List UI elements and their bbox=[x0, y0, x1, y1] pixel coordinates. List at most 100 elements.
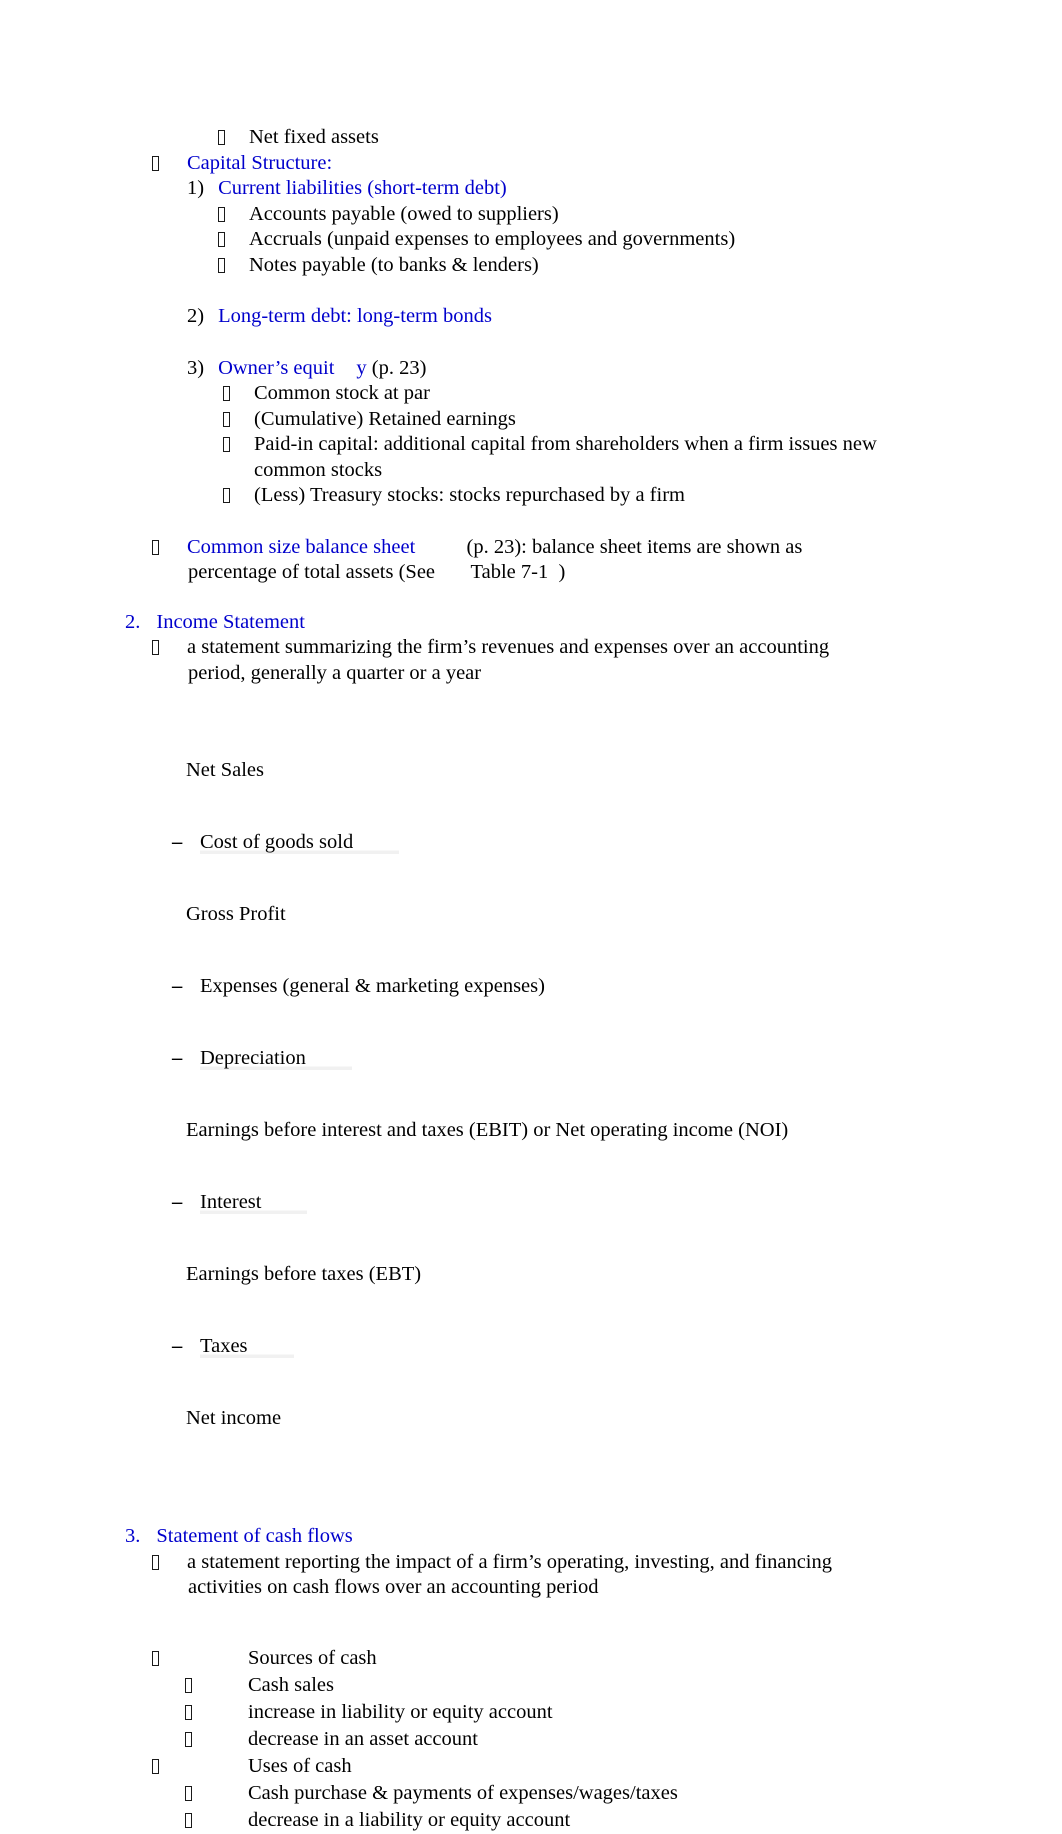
bullet-box-icon bbox=[223, 483, 254, 509]
definition-line1: a statement reporting the impact of a fi… bbox=[187, 1550, 832, 1573]
list-item: Paid-in capital: additional capital from… bbox=[0, 432, 1062, 483]
list-item-label: increase in liability or equity account bbox=[248, 1700, 553, 1723]
calc-label: Interest bbox=[200, 1190, 308, 1214]
bullet-box-icon bbox=[185, 1807, 248, 1834]
bullet-box-icon bbox=[152, 1645, 248, 1672]
bullet-box-icon bbox=[218, 253, 249, 279]
numbered-item-label: Current liabilities (short-term debt) bbox=[218, 177, 507, 199]
bullet-box-icon bbox=[152, 151, 187, 177]
calc-row: Earnings before interest and taxes (EBIT… bbox=[182, 1118, 1062, 1142]
list-item: Common stock at par bbox=[0, 381, 1062, 407]
list-number: 2) bbox=[187, 305, 205, 327]
list-item-label: Notes payable (to banks & lenders) bbox=[249, 253, 539, 276]
section-title: Income Statement bbox=[156, 610, 305, 633]
sources-of-cash-heading: Sources of cash bbox=[0, 1645, 1062, 1672]
bullet-box-icon bbox=[218, 202, 249, 228]
calc-label: Earnings before interest and taxes (EBIT… bbox=[186, 1119, 789, 1141]
bullet-box-icon bbox=[185, 1780, 248, 1807]
numbered-item-2: 2) Long-term debt: long-term bonds bbox=[0, 304, 1062, 330]
bullet-box-icon bbox=[152, 635, 187, 661]
definition-line1: a statement summarizing the firm’s reven… bbox=[187, 636, 830, 658]
bullet-box-icon bbox=[223, 432, 254, 458]
list-item: Notes payable (to banks & lenders) bbox=[0, 253, 1062, 279]
list-item-label: decrease in a liability or equity accoun… bbox=[248, 1808, 571, 1831]
list-number: 1) bbox=[187, 177, 205, 199]
list-item: increase in liability or equity account bbox=[0, 1699, 1062, 1726]
bullet-box-icon bbox=[223, 381, 254, 407]
common-size-definition-line2: percentage of total assets (See Table 7-… bbox=[188, 561, 566, 583]
income-statement-definition: a statement summarizing the firm’s reven… bbox=[0, 635, 1062, 661]
list-item: (Cumulative) Retained earnings bbox=[0, 407, 1062, 433]
list-item: decrease in an asset account bbox=[0, 1726, 1062, 1753]
definition-line2: period, generally a quarter or a year bbox=[188, 661, 482, 684]
calc-row: – Cost of goods sold bbox=[172, 830, 1062, 854]
list-item-label: Accounts payable (owed to suppliers) bbox=[249, 202, 559, 225]
calc-row: – Depreciation bbox=[172, 1046, 1062, 1070]
list-item: Accounts payable (owed to suppliers) bbox=[0, 202, 1062, 228]
list-item: Cash sales bbox=[0, 1672, 1062, 1699]
section-cash-flows-heading: 3. Statement of cash flows bbox=[0, 1524, 1062, 1550]
calc-label: Taxes bbox=[200, 1334, 294, 1358]
section-title: Statement of cash flows bbox=[156, 1525, 353, 1547]
list-item: Accruals (unpaid expenses to employees a… bbox=[0, 227, 1062, 253]
minus-icon: – bbox=[172, 831, 183, 853]
common-size-definition-line1: (p. 23): balance sheet items are shown a… bbox=[415, 535, 803, 558]
list-item: Cash purchase & payments of expenses/wag… bbox=[0, 1780, 1062, 1807]
common-size-term: Common size balance sheet bbox=[187, 535, 416, 558]
calc-label: Expenses (general & marketing expenses) bbox=[200, 975, 545, 997]
list-item-label: Common stock at par bbox=[254, 382, 430, 404]
list-item-label: Net fixed assets bbox=[249, 126, 379, 148]
minus-icon: – bbox=[172, 1335, 183, 1357]
calc-label: Net income bbox=[186, 1407, 282, 1429]
calc-label: Depreciation bbox=[200, 1046, 352, 1070]
calc-label: Earnings before taxes (EBT) bbox=[186, 1263, 422, 1285]
calc-row: – Expenses (general & marketing expenses… bbox=[172, 974, 1062, 998]
calc-row: Earnings before taxes (EBT) bbox=[182, 1262, 1062, 1286]
minus-icon: – bbox=[172, 1047, 183, 1069]
list-item-label: Cash purchase & payments of expenses/wag… bbox=[248, 1781, 678, 1804]
list-number: 3) bbox=[187, 356, 205, 379]
numbered-item-1: 1) Current liabilities (short-term debt) bbox=[0, 176, 1062, 202]
list-item-label: (Cumulative) Retained earnings bbox=[254, 407, 516, 430]
list-item: Net fixed assets bbox=[0, 125, 1062, 151]
bullet-box-icon bbox=[152, 1550, 187, 1576]
income-statement-calculation: Net Sales – Cost of goods sold Gross Pro… bbox=[0, 710, 1062, 1478]
section-number: 3. bbox=[125, 1525, 141, 1547]
uses-of-cash-label: Uses of cash bbox=[248, 1754, 352, 1777]
list-item-label: Cash sales bbox=[248, 1673, 334, 1696]
calc-label: Gross Profit bbox=[186, 903, 286, 925]
bullet-box-icon bbox=[185, 1699, 248, 1726]
calc-label: Net Sales bbox=[186, 759, 264, 781]
list-item-label: (Less) Treasury stocks: stocks repurchas… bbox=[254, 484, 685, 506]
bullet-box-icon bbox=[218, 125, 249, 151]
minus-icon: – bbox=[172, 975, 183, 997]
list-item-label: decrease in an asset account bbox=[248, 1727, 478, 1750]
numbered-item-3: 3) Owner’s equit y (p. 23) bbox=[0, 356, 1062, 382]
document-page: Net fixed assets Capital Structure: 1) C… bbox=[0, 0, 1062, 1831]
numbered-item-label-suffix: y bbox=[356, 356, 367, 379]
bullet-box-icon bbox=[152, 1753, 248, 1780]
calc-row: – Interest bbox=[172, 1190, 1062, 1214]
list-item: decrease in a liability or equity accoun… bbox=[0, 1807, 1062, 1834]
bullet-box-icon bbox=[223, 407, 254, 433]
bullet-box-icon bbox=[218, 227, 249, 253]
calc-row: Net Sales bbox=[182, 758, 1062, 782]
bullet-box-icon bbox=[152, 535, 187, 561]
section-income-statement-heading: 2. Income Statement bbox=[0, 610, 1062, 636]
minus-icon: – bbox=[172, 1191, 183, 1213]
page-reference: (p. 23) bbox=[366, 356, 427, 379]
uses-of-cash-heading: Uses of cash bbox=[0, 1753, 1062, 1780]
capital-structure-label: Capital Structure: bbox=[187, 151, 333, 174]
definition-line2: activities on cash flows over an account… bbox=[188, 1576, 599, 1598]
cash-flows-definition: a statement reporting the impact of a fi… bbox=[0, 1550, 1062, 1576]
calc-row: Gross Profit bbox=[182, 902, 1062, 926]
common-size-item: Common size balance sheet (p. 23): balan… bbox=[0, 535, 1062, 561]
numbered-item-label: Owner’s equit bbox=[218, 356, 335, 379]
capital-structure-heading: Capital Structure: bbox=[0, 151, 1062, 177]
bullet-box-icon bbox=[185, 1726, 248, 1753]
list-item: (Less) Treasury stocks: stocks repurchas… bbox=[0, 483, 1062, 509]
bullet-box-icon bbox=[185, 1672, 248, 1699]
calc-row: Net income bbox=[182, 1406, 1062, 1430]
numbered-item-label: Long-term debt: long-term bonds bbox=[218, 305, 492, 327]
calc-label: Cost of goods sold bbox=[200, 830, 400, 854]
